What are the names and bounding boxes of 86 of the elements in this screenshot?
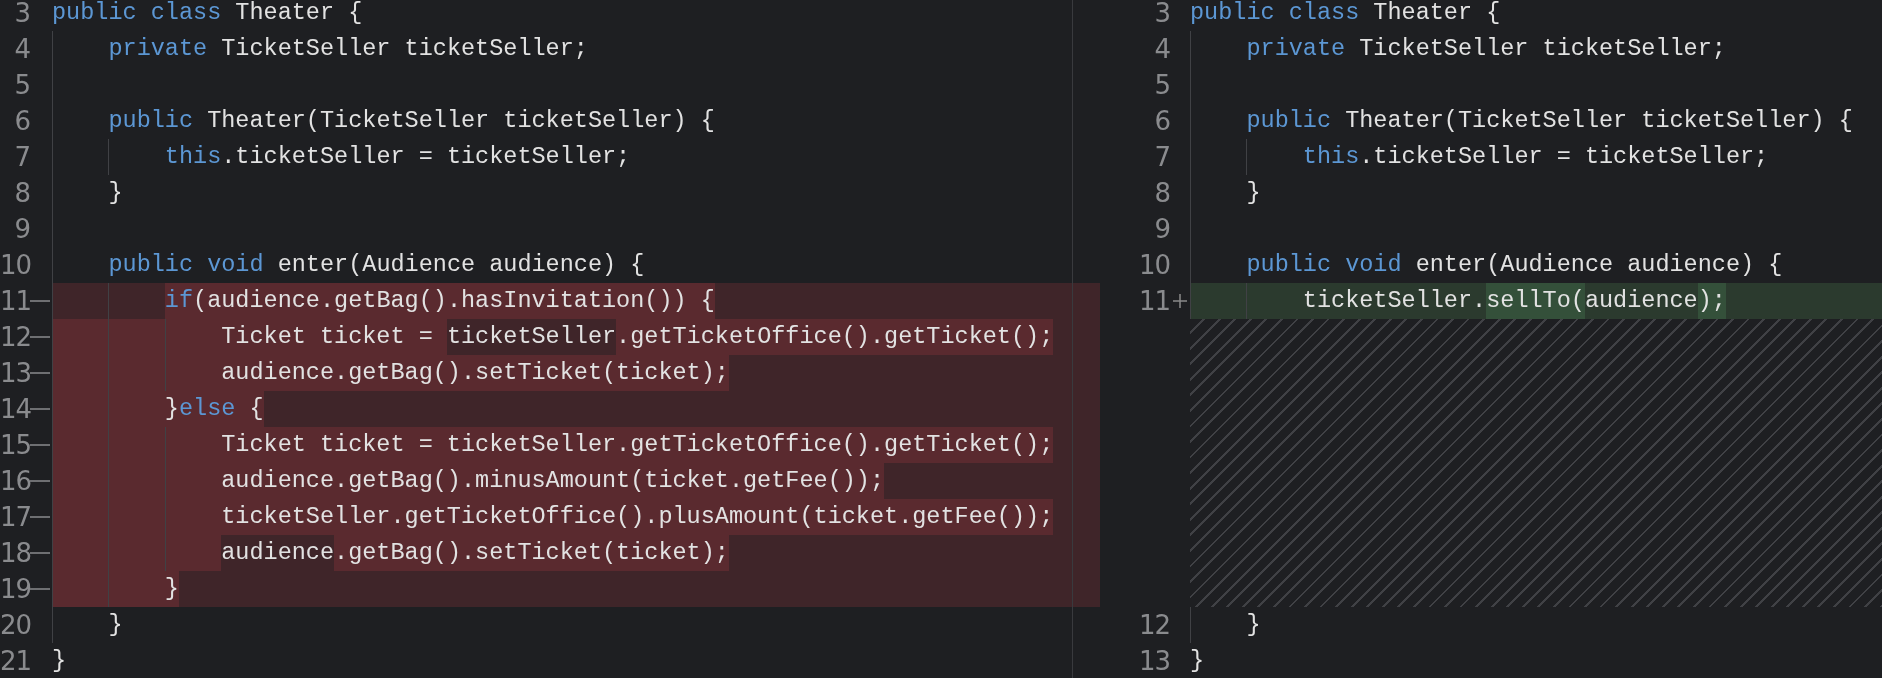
minus-icon — [30, 552, 50, 554]
line-number: 16 — [0, 465, 30, 498]
line-number: 10 — [0, 249, 30, 282]
line-number: 6 — [13, 105, 30, 138]
code-text: } — [1246, 178, 1261, 208]
code-text: Theater { — [1372, 0, 1501, 28]
line-number: 3 — [13, 0, 30, 30]
line-number: 11 — [1137, 285, 1170, 318]
line-number: 5 — [13, 69, 30, 102]
minus-icon — [30, 480, 50, 482]
code-text: enter(Audience audience) { — [1414, 250, 1783, 280]
keyword-text: private — [1246, 34, 1346, 64]
line-number: 18 — [0, 537, 30, 570]
code-text: { — [235, 391, 264, 427]
keyword-text: public void — [108, 250, 264, 280]
indent-guide — [1246, 139, 1248, 175]
code-text: Ticket ticket = ticketSeller.getTicketOffice().getTicket(); — [221, 427, 1054, 463]
line-number: 8 — [1153, 177, 1170, 210]
keyword-text: if — [164, 283, 194, 319]
code-text: audience — [1584, 286, 1698, 316]
code-text: } — [108, 178, 123, 208]
line-number: 17 — [0, 501, 30, 534]
indent-guide — [108, 139, 110, 175]
code-text: audience — [221, 538, 335, 568]
line-number: 4 — [1153, 33, 1170, 66]
line-number: 7 — [13, 141, 30, 174]
code-text: (audience.getBag().hasInvitation()) { — [193, 283, 715, 319]
line-number: 12 — [1137, 609, 1170, 642]
line-number: 10 — [1137, 249, 1170, 282]
minus-icon — [30, 300, 50, 302]
code-text: ticketSeller. — [1302, 286, 1487, 316]
minus-icon — [30, 588, 50, 590]
keyword-text: this — [1302, 142, 1360, 172]
code-text: .getTicketOffice().getTicket(); — [616, 319, 1054, 355]
keyword-text: public class — [52, 0, 222, 28]
code-text: Theater { — [234, 0, 363, 28]
line-number: 9 — [1153, 213, 1170, 246]
code-text: ticketSeller.getTicketOffice().plusAmount(ticket.getFee()); — [221, 499, 1054, 535]
code-text: } — [108, 610, 123, 640]
code-text: .ticketSeller = ticketSeller; — [1359, 142, 1769, 172]
code-text: .getBag().setTicket(ticket); — [334, 535, 729, 571]
code-text: enter(Audience audience) { — [276, 250, 645, 280]
code-text: TicketSeller ticketSeller; — [1358, 34, 1726, 64]
line-number: 14 — [0, 393, 30, 426]
code-text: ticketSeller — [446, 322, 617, 352]
line-number: 19 — [0, 573, 30, 606]
code-text: audience.getBag().minusAmount(ticket.getFee()); — [221, 463, 885, 499]
code-text: Theater(TicketSeller ticketSeller) { — [1344, 106, 1853, 136]
line-number: 11 — [0, 285, 30, 318]
minus-icon — [30, 444, 50, 446]
code-text: TicketSeller ticketSeller; — [220, 34, 588, 64]
code-text: Ticket ticket = — [221, 319, 447, 355]
line-number: 3 — [1153, 0, 1170, 30]
keyword-text: this — [164, 142, 222, 172]
keyword-text: public void — [1246, 250, 1402, 280]
code-text: ); — [1697, 283, 1726, 319]
line-number: 15 — [0, 429, 30, 462]
minus-icon — [30, 336, 50, 338]
indent-guide — [1190, 607, 1191, 643]
line-number: 13 — [0, 357, 30, 390]
line-number: 9 — [13, 213, 30, 246]
code-text: sellTo( — [1486, 283, 1585, 319]
code-text: .ticketSeller = ticketSeller; — [221, 142, 631, 172]
minus-icon — [30, 372, 50, 374]
line-number: 4 — [13, 33, 30, 66]
minus-icon — [30, 408, 50, 410]
line-number: 7 — [1153, 141, 1170, 174]
line-number: 20 — [0, 609, 30, 642]
keyword-text: public — [108, 106, 194, 136]
line-number: 8 — [13, 177, 30, 210]
line-number: 21 — [0, 645, 30, 678]
code-text: } — [1246, 610, 1261, 640]
line-number: 5 — [1153, 69, 1170, 102]
code-text: } — [1190, 646, 1205, 676]
minus-icon — [30, 516, 50, 518]
code-text: Theater(TicketSeller ticketSeller) { — [206, 106, 715, 136]
keyword-text: else — [178, 391, 236, 427]
code-text: audience.getBag().setTicket(ticket); — [221, 355, 729, 391]
line-number: 6 — [1153, 105, 1170, 138]
line-number: 12 — [0, 321, 30, 354]
code-text: } — [52, 646, 67, 676]
keyword-text: private — [108, 34, 208, 64]
line-number: 13 — [1137, 645, 1170, 678]
keyword-text: public — [1246, 106, 1332, 136]
plus-icon — [1173, 294, 1187, 308]
keyword-text: public class — [1190, 0, 1360, 28]
